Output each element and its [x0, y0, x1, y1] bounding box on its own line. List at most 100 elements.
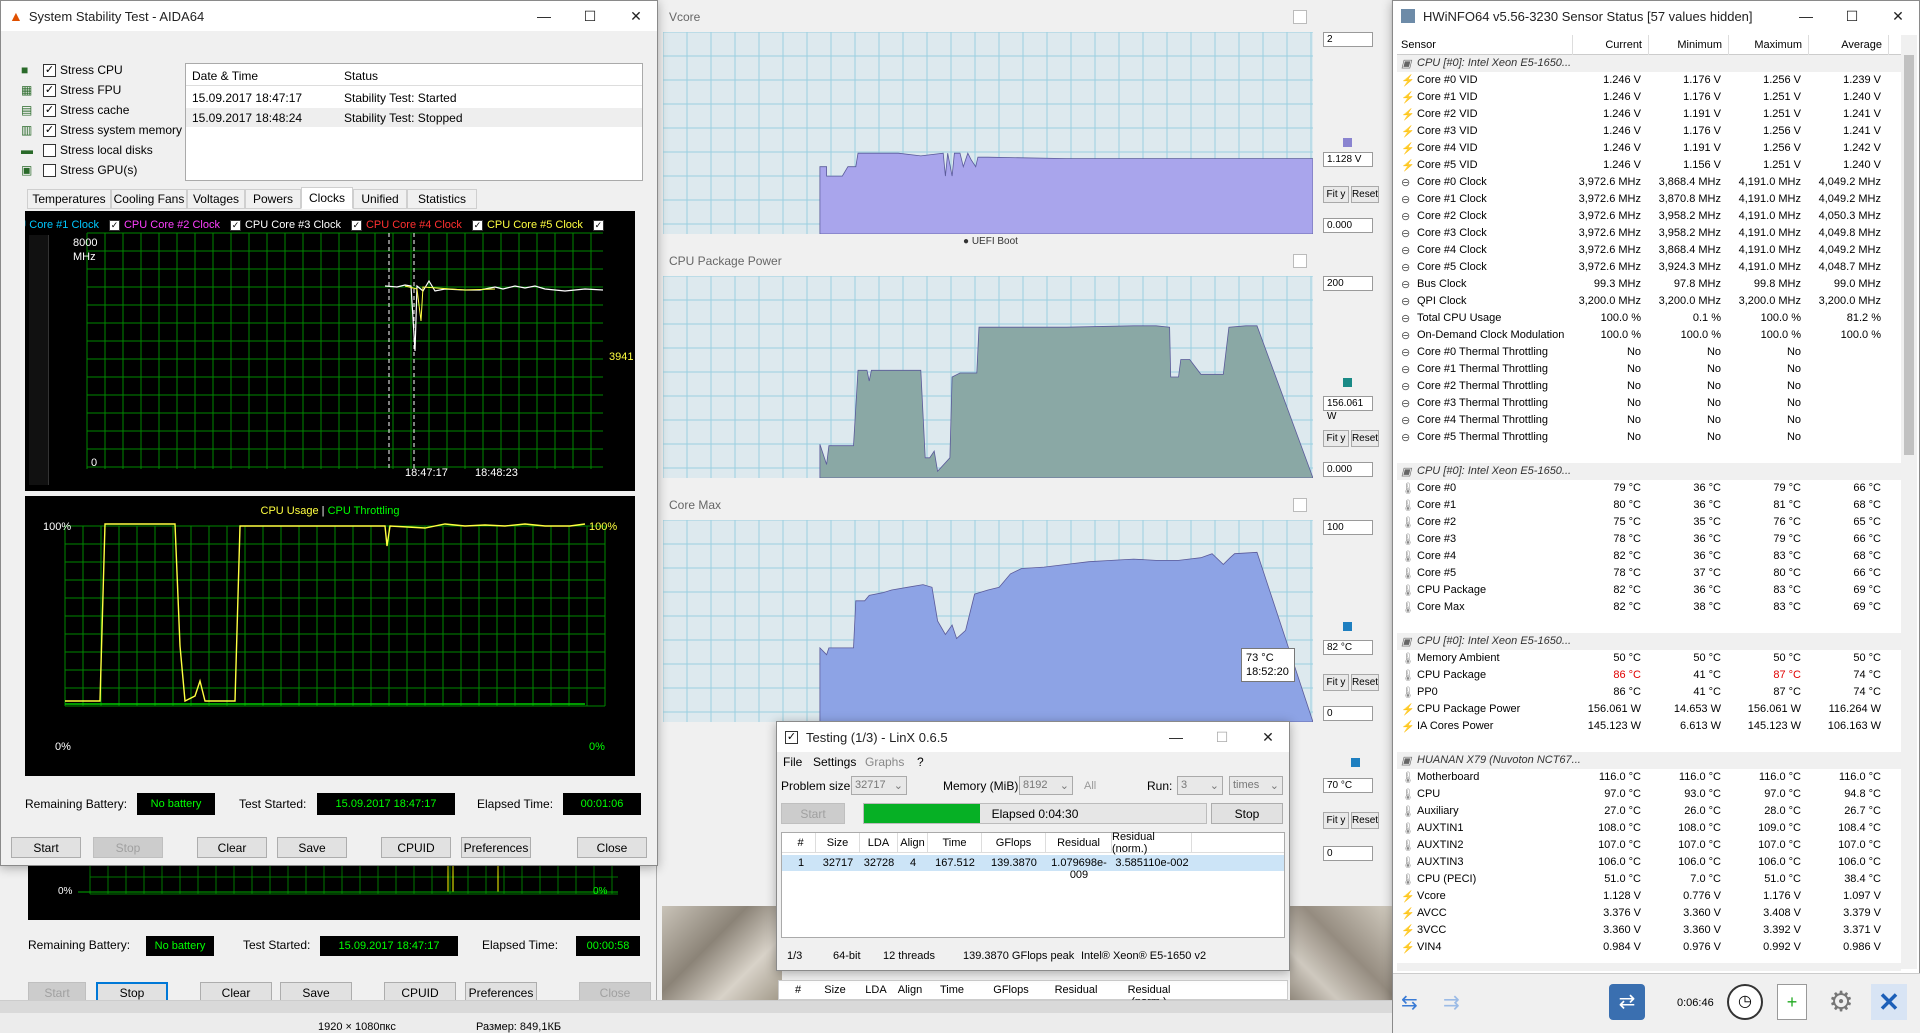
sensor-row[interactable]: 🌡 AUXTIN3 106.0 °C 106.0 °C 106.0 °C 106.0 °C — [1397, 854, 1901, 871]
sensor-row[interactable]: 🌡 Motherboard 116.0 °C 116.0 °C 116.0 °C 116.… — [1397, 769, 1901, 786]
arrows-left-right-icon[interactable]: ⇆ — [1401, 990, 1435, 1016]
hw-col-header[interactable]: Average — [1809, 35, 1889, 55]
tab-statistics[interactable]: Statistics — [407, 189, 477, 209]
sensor-row[interactable]: ⊖ Total CPU Usage 100.0 % 0.1 % 100.0 % 81.2 … — [1397, 310, 1901, 327]
tab-temperatures[interactable]: Temperatures — [27, 189, 111, 209]
menu-settings[interactable]: Settings — [813, 755, 856, 769]
linx-stop-button[interactable]: Stop — [1211, 803, 1283, 824]
stress-checkbox[interactable] — [43, 144, 56, 158]
sensor-group[interactable]: ▣ HUANAN X79 (Nuvoton NCT67... — [1397, 752, 1901, 769]
linx-close-button[interactable]: ✕ — [1245, 722, 1291, 752]
sensor-row[interactable]: 🌡 Core Max 82 °C 38 °C 83 °C 69 °C — [1397, 599, 1901, 616]
linx-maximize-button[interactable]: ☐ — [1199, 722, 1245, 752]
problem-size-select[interactable]: 32717 ⌄ — [851, 776, 907, 795]
hw-col-header[interactable]: Minimum — [1649, 35, 1729, 55]
sensor-row[interactable]: ⚡ CPU Package Power 156.061 W 14.653 W 156.0… — [1397, 701, 1901, 718]
graph-reset-button[interactable]: Reset — [1351, 186, 1379, 203]
hwinfo-close-button[interactable]: ✕ — [1875, 1, 1920, 31]
sensor-row[interactable]: 🌡 Auxiliary 27.0 °C 26.0 °C 28.0 °C 26.7 °C — [1397, 803, 1901, 820]
sensor-row[interactable]: ⊖ Core #0 Clock 3,972.6 MHz 3,868.4 MHz 4,19… — [1397, 174, 1901, 191]
save-button[interactable]: Save — [277, 837, 347, 858]
col-header[interactable]: # — [786, 833, 816, 853]
clear-button[interactable]: Clear — [197, 837, 267, 858]
sensor-row[interactable]: 🌡 CPU (PECI) 51.0 °C 7.0 °C 51.0 °C 38.4 °C — [1397, 871, 1901, 888]
cpuid-button[interactable]: CPUID — [381, 837, 451, 858]
stress-option[interactable]: ▤ ✓ Stress cache — [21, 103, 129, 121]
report-icon[interactable]: + — [1777, 984, 1807, 1020]
linx-minimize-button[interactable]: — — [1153, 722, 1199, 752]
close-window-button[interactable]: Close — [577, 837, 647, 858]
sensor-row[interactable]: 🌡 PP0 86 °C 41 °C 87 °C 74 °C — [1397, 684, 1901, 701]
arrows-right-icon[interactable]: ⇉ — [1443, 990, 1477, 1016]
tab-cooling-fans[interactable]: Cooling Fans — [111, 189, 187, 209]
extra-fit-button[interactable]: Fit y — [1323, 812, 1349, 829]
sensor-row[interactable]: ⚡ Core #5 VID 1.246 V 1.156 V 1.251 V 1.240 V — [1397, 157, 1901, 174]
sensor-row[interactable]: ⊖ Core #1 Clock 3,972.6 MHz 3,870.8 MHz 4,19… — [1397, 191, 1901, 208]
graph-close-icon[interactable] — [1293, 498, 1307, 512]
settings-gear-icon[interactable]: ⚙ — [1823, 984, 1859, 1020]
sensor-row[interactable]: 🌡 CPU Package 86 °C 41 °C 87 °C 74 °C — [1397, 667, 1901, 684]
sensor-row[interactable]: ⚡ AVCC 3.376 V 3.360 V 3.408 V 3.379 V — [1397, 905, 1901, 922]
hwinfo-scroll-thumb[interactable] — [1904, 55, 1914, 455]
hwinfo-maximize-button[interactable]: ☐ — [1829, 1, 1875, 31]
extra-reset-button[interactable]: Reset — [1351, 812, 1379, 829]
col-header[interactable]: Residual (norm.) — [1112, 831, 1192, 855]
sensor-row[interactable]: 🌡 Core #2 75 °C 35 °C 76 °C 65 °C — [1397, 514, 1901, 531]
graph-reset-button[interactable]: Reset — [1351, 674, 1379, 691]
stress-option[interactable]: ▥ ✓ Stress system memory — [21, 123, 182, 141]
graph-close-icon[interactable] — [1293, 254, 1307, 268]
col-header[interactable]: Time — [928, 833, 982, 853]
hw-col-header[interactable]: Sensor — [1397, 35, 1573, 55]
stress-option[interactable]: ▣ Stress GPU(s) — [21, 163, 137, 181]
sensor-row[interactable]: ⊖ Core #5 Thermal Throttling No No No — [1397, 429, 1901, 446]
sensor-row[interactable]: ⊖ Core #2 Clock 3,972.6 MHz 3,958.2 MHz 4,19… — [1397, 208, 1901, 225]
sensor-row[interactable]: ⚡ Core #0 VID 1.246 V 1.176 V 1.256 V 1.239 V — [1397, 72, 1901, 89]
stress-option[interactable]: ■ ✓ Stress CPU — [21, 63, 123, 81]
sensor-row[interactable]: ⚡ Core #1 VID 1.246 V 1.176 V 1.251 V 1.240 V — [1397, 89, 1901, 106]
hwinfo-minimize-button[interactable]: — — [1783, 1, 1829, 31]
graph-fit-button[interactable]: Fit y — [1323, 186, 1349, 203]
col-header[interactable]: Size — [816, 833, 860, 853]
sensor-row[interactable]: ⚡ Core #3 VID 1.246 V 1.176 V 1.256 V 1.241 V — [1397, 123, 1901, 140]
clock-icon[interactable]: ◷ — [1727, 984, 1763, 1020]
tab-voltages[interactable]: Voltages — [187, 189, 245, 209]
sensor-row[interactable]: 🌡 Core #4 82 °C 36 °C 83 °C 68 °C — [1397, 548, 1901, 565]
log-row[interactable]: 15.09.2017 18:47:17 Stability Test: Start… — [186, 88, 642, 107]
graph-close-icon[interactable] — [1293, 10, 1307, 24]
sensor-row[interactable]: ⊖ Core #5 Clock 3,972.6 MHz 3,924.3 MHz 4,19… — [1397, 259, 1901, 276]
sensor-row[interactable]: ⊖ Bus Clock 99.3 MHz 97.8 MHz 99.8 MHz 99.0 M… — [1397, 276, 1901, 293]
sensor-row[interactable]: ⊖ QPI Clock 3,200.0 MHz 3,200.0 MHz 3,200.0 … — [1397, 293, 1901, 310]
preferences-button[interactable]: Preferences — [461, 837, 531, 858]
graph-fit-button[interactable]: Fit y — [1323, 674, 1349, 691]
stress-checkbox[interactable]: ✓ — [43, 104, 56, 118]
tab-clocks[interactable]: Clocks — [301, 187, 353, 209]
menu-graphs[interactable]: Graphs — [865, 755, 904, 769]
result-row[interactable]: 1 32717 32728 4 167.512 139.3870 1.079698e-009… — [782, 855, 1284, 881]
sensor-row[interactable]: 🌡 CPU Package 82 °C 36 °C 83 °C 69 °C — [1397, 582, 1901, 599]
sensor-row[interactable]: ⚡ VIN4 0.984 V 0.976 V 0.992 V 0.986 V — [1397, 939, 1901, 956]
minimize-button[interactable]: — — [521, 1, 567, 31]
tab-unified[interactable]: Unified — [353, 189, 407, 209]
stress-option[interactable]: ▦ ✓ Stress FPU — [21, 83, 121, 101]
sensor-row[interactable]: 🌡 Core #0 79 °C 36 °C 79 °C 66 °C — [1397, 480, 1901, 497]
maximize-button[interactable]: ☐ — [567, 1, 613, 31]
sensor-row[interactable]: ⊖ Core #1 Thermal Throttling No No No — [1397, 361, 1901, 378]
sensor-row[interactable]: 🌡 Core #5 78 °C 37 °C 80 °C 66 °C — [1397, 565, 1901, 582]
tab-powers[interactable]: Powers — [245, 189, 301, 209]
hwinfo-scrollbar[interactable] — [1901, 35, 1917, 969]
stress-checkbox[interactable]: ✓ — [43, 64, 56, 78]
times-select[interactable]: times ⌄ — [1229, 776, 1283, 795]
sensor-row[interactable]: ⊖ Core #2 Thermal Throttling No No No — [1397, 378, 1901, 395]
sensor-row[interactable]: 🌡 Memory Ambient 50 °C 50 °C 50 °C 50 °C — [1397, 650, 1901, 667]
sensor-row[interactable]: ⊖ Core #3 Thermal Throttling No No No — [1397, 395, 1901, 412]
sensor-row[interactable]: ⊖ On-Demand Clock Modulation 100.0 % 100.0 … — [1397, 327, 1901, 344]
sensor-row[interactable]: 🌡 AUXTIN1 108.0 °C 108.0 °C 109.0 °C 108.4 °C — [1397, 820, 1901, 837]
col-header[interactable]: LDA — [860, 833, 898, 853]
stress-checkbox[interactable] — [43, 164, 56, 178]
all-label[interactable]: All — [1084, 780, 1096, 792]
stress-checkbox[interactable]: ✓ — [43, 84, 56, 98]
col-header[interactable]: Align — [898, 833, 928, 853]
linx-start-button[interactable]: Start — [781, 803, 845, 824]
menu-file[interactable]: File — [783, 755, 802, 769]
sensor-row[interactable]: 🌡 CPU 97.0 °C 93.0 °C 97.0 °C 94.8 °C — [1397, 786, 1901, 803]
